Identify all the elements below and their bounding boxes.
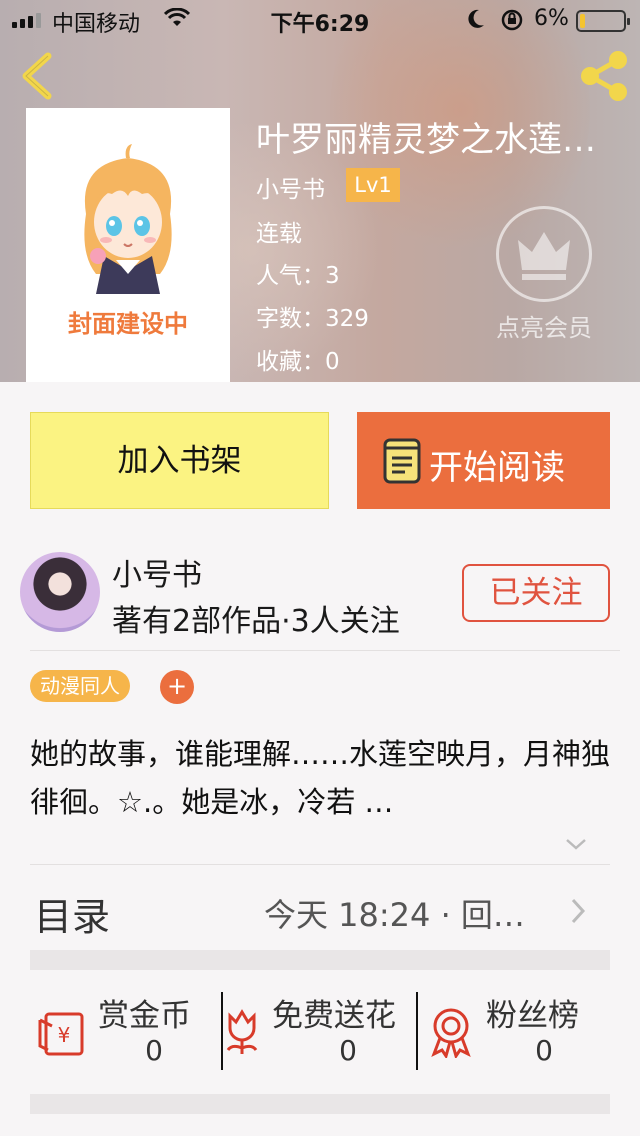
word-count-value: 329 xyxy=(325,306,369,332)
section-separator xyxy=(30,950,610,970)
author-card[interactable]: 小号书 著有2部作品·3人关注 已关注 xyxy=(0,540,640,650)
status-bar: 中国移动 下午6:29 6% xyxy=(0,0,640,40)
serial-status: 连载 xyxy=(256,221,302,247)
author-name: 小号书 xyxy=(112,558,202,593)
anime-girl-placeholder-icon xyxy=(84,144,172,294)
send-flower-button[interactable]: 免费送花 0 xyxy=(220,980,416,1080)
popularity-stat: 人气：3 xyxy=(256,256,340,290)
cover-placeholder-text: 封面建设中 xyxy=(68,310,188,338)
red-envelope-icon: ¥ xyxy=(38,1012,84,1056)
author-link[interactable]: 小号书 xyxy=(256,170,325,204)
crown-icon xyxy=(518,232,570,280)
divider xyxy=(30,650,620,651)
book-cover[interactable]: 封面建设中 xyxy=(26,108,230,382)
chevron-left-icon xyxy=(22,52,52,100)
battery-percent: 6% xyxy=(534,6,569,31)
send-flower-count: 0 xyxy=(339,1034,357,1067)
battery-icon xyxy=(576,10,630,32)
author-stats: 著有2部作品·3人关注 xyxy=(112,604,400,639)
book-icon xyxy=(383,438,421,484)
add-tag-button[interactable]: + xyxy=(160,670,194,704)
award-ribbon-icon xyxy=(431,1008,471,1058)
follow-button[interactable]: 已关注 xyxy=(462,564,610,622)
fan-ranking-count: 0 xyxy=(535,1034,553,1067)
flower-icon xyxy=(226,1009,258,1054)
add-to-shelf-button[interactable]: 加入书架 xyxy=(30,412,329,509)
action-separator xyxy=(221,992,223,1070)
book-title: 叶罗丽精灵梦之水莲空映月 xyxy=(256,120,626,160)
toc-label: 目录 xyxy=(34,895,111,939)
expand-synopsis-button[interactable] xyxy=(564,836,588,856)
action-separator xyxy=(416,992,418,1070)
latest-chapter: 今天 18:24 · 回… xyxy=(264,896,525,934)
genre-tag[interactable]: 动漫同人 xyxy=(30,670,130,702)
vip-button[interactable]: 点亮会员 xyxy=(484,206,614,346)
start-reading-label: 开始阅读 xyxy=(429,448,565,488)
author-avatar[interactable] xyxy=(20,552,100,632)
word-count-stat: 字数：329 xyxy=(256,299,369,333)
back-button[interactable] xyxy=(18,52,58,100)
tip-coins-button[interactable]: ¥ 赏金币 0 xyxy=(30,980,222,1080)
vip-circle xyxy=(496,206,592,302)
favorites-stat: 收藏：0 xyxy=(256,342,340,376)
popularity-label: 人气： xyxy=(256,263,325,289)
tip-coins-label: 赏金币 xyxy=(98,998,191,1034)
book-synopsis[interactable]: 她的故事，谁能理解……水莲空映月，月神独徘徊。☆.。她是冰，冷若 … xyxy=(30,730,610,826)
fan-ranking-label: 粉丝榜 xyxy=(486,998,579,1034)
popularity-value: 3 xyxy=(325,263,340,289)
divider xyxy=(30,864,610,865)
rotation-lock-icon xyxy=(500,9,524,37)
share-icon xyxy=(581,51,627,101)
section-separator xyxy=(30,1094,610,1114)
word-count-label: 字数： xyxy=(256,306,325,332)
moon-icon xyxy=(466,8,486,36)
favorites-label: 收藏： xyxy=(256,349,325,375)
vip-label: 点亮会员 xyxy=(496,314,592,342)
level-badge: Lv1 xyxy=(346,168,400,202)
start-reading-button[interactable]: 开始阅读 xyxy=(357,412,610,509)
send-flower-label: 免费送花 xyxy=(272,998,396,1034)
reader-actions: ¥ 赏金币 0 免费送花 0 粉丝榜 0 xyxy=(30,980,610,1080)
favorites-value: 0 xyxy=(325,349,340,375)
tip-coins-count: 0 xyxy=(145,1034,163,1067)
chevron-right-icon xyxy=(571,898,586,924)
svg-text:¥: ¥ xyxy=(58,1023,71,1047)
fan-ranking-button[interactable]: 粉丝榜 0 xyxy=(422,980,610,1080)
chevron-down-icon xyxy=(566,839,586,850)
share-button[interactable] xyxy=(576,50,632,102)
table-of-contents-row[interactable]: 目录 今天 18:24 · 回… xyxy=(0,868,640,948)
